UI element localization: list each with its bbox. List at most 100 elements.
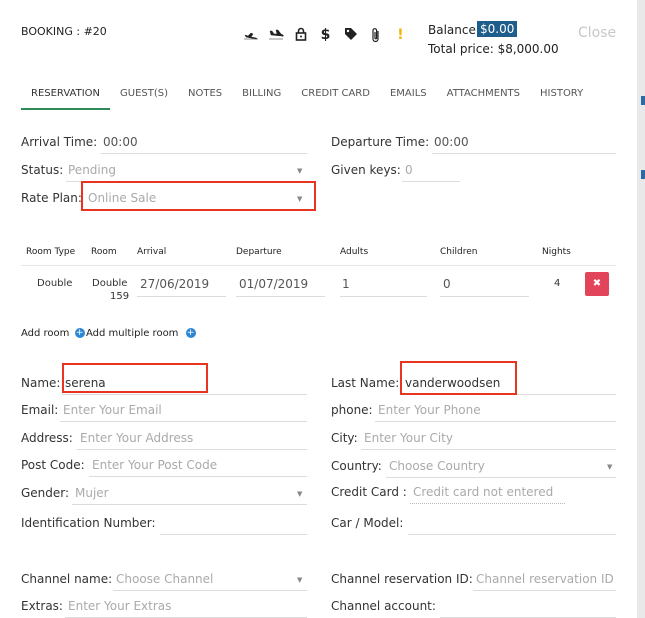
last-name-highlight-box <box>400 361 517 395</box>
booking-title: BOOKING : #20 <box>21 25 107 38</box>
tag-icon[interactable] <box>338 27 363 47</box>
identification-input[interactable] <box>160 534 307 535</box>
cell-departure-input[interactable]: 01/07/2019 <box>239 277 308 291</box>
th-children: Children <box>440 247 478 257</box>
th-adults: Adults <box>340 247 369 257</box>
gender-chevron-down-icon[interactable]: ▼ <box>297 490 302 498</box>
channel-name-underline <box>113 590 307 591</box>
departure-time-underline <box>432 153 616 154</box>
backdrop-mark <box>641 96 645 105</box>
extras-input[interactable]: Enter Your Extras <box>68 599 171 613</box>
plane-departure-icon[interactable] <box>238 27 263 47</box>
channel-reservation-id-label: Channel reservation ID: <box>331 572 473 586</box>
country-select[interactable]: Choose Country <box>389 459 485 473</box>
country-chevron-down-icon[interactable]: ▼ <box>607 463 612 471</box>
dollar-icon[interactable]: $ <box>313 27 338 47</box>
tab-attachments[interactable]: ATTACHMENTS <box>437 82 530 110</box>
modal-backdrop <box>637 0 645 618</box>
channel-reservation-id-input[interactable]: Channel reservation ID <box>476 572 614 586</box>
add-room-label: Add room <box>21 328 70 339</box>
arrival-input-underline <box>137 296 226 297</box>
th-room: Room <box>91 247 117 257</box>
status-chevron-down-icon[interactable]: ▼ <box>297 167 302 175</box>
tab-bar: RESERVATION GUEST(S) NOTES BILLING CREDI… <box>21 82 593 110</box>
rate-plan-label: Rate Plan: <box>21 191 82 205</box>
exclamation-icon[interactable]: ! <box>388 27 413 47</box>
name-label: Name: <box>21 376 61 390</box>
channel-reservation-id-underline <box>473 590 616 591</box>
paperclip-icon[interactable] <box>363 27 388 47</box>
country-underline <box>386 477 616 478</box>
tab-notes[interactable]: NOTES <box>178 82 232 110</box>
channel-name-label: Channel name: <box>21 572 113 586</box>
city-input[interactable]: Enter Your City <box>364 431 453 445</box>
channel-account-label: Channel account: <box>331 599 436 613</box>
backdrop-mark <box>641 170 645 179</box>
extras-label: Extras: <box>21 599 63 613</box>
tab-reservation[interactable]: RESERVATION <box>21 82 111 110</box>
city-label: City: <box>331 431 358 445</box>
cell-arrival-input[interactable]: 27/06/2019 <box>140 277 209 291</box>
balance-value-badge: $0.00 <box>477 21 518 37</box>
balance-label: Balance: <box>428 23 480 37</box>
given-keys-underline <box>402 181 460 182</box>
plane-arrival-icon[interactable] <box>263 27 288 47</box>
channel-name-select[interactable]: Choose Channel <box>116 572 213 586</box>
country-label: Country: <box>331 459 382 473</box>
add-room-link[interactable]: Add room + <box>21 328 85 339</box>
email-input[interactable]: Enter Your Email <box>63 403 162 417</box>
given-keys-label: Given keys: <box>331 163 401 177</box>
header-icons: $ ! <box>238 27 413 47</box>
phone-underline <box>375 421 616 422</box>
tab-guests[interactable]: GUEST(S) <box>110 82 178 110</box>
cell-children-input[interactable]: 0 <box>443 277 451 291</box>
post-code-label: Post Code: <box>21 458 85 472</box>
cell-room-line1: Double <box>92 278 128 289</box>
departure-input-underline <box>236 296 325 297</box>
name-highlight-box <box>62 363 208 393</box>
city-underline <box>361 449 616 450</box>
lock-icon[interactable] <box>288 27 313 47</box>
plus-circle-icon: + <box>74 328 85 338</box>
add-multiple-room-link[interactable]: Add multiple room + <box>86 328 196 339</box>
post-code-underline <box>89 476 307 477</box>
tab-emails[interactable]: EMAILS <box>380 82 437 110</box>
close-button[interactable]: Close <box>578 25 616 41</box>
close-icon: ✖ <box>592 278 602 289</box>
phone-input[interactable]: Enter Your Phone <box>378 403 481 417</box>
add-multiple-room-label: Add multiple room <box>86 328 179 339</box>
car-model-label: Car / Model: <box>331 516 404 530</box>
arrival-time-input[interactable]: 00:00 <box>103 135 138 149</box>
children-input-underline <box>440 296 529 297</box>
cell-room-type: Double <box>37 278 73 289</box>
post-code-input[interactable]: Enter Your Post Code <box>92 458 217 472</box>
gender-select[interactable]: Mujer <box>75 486 109 500</box>
identification-label: Identification Number: <box>21 516 156 530</box>
given-keys-input[interactable]: 0 <box>405 163 413 177</box>
departure-time-input[interactable]: 00:00 <box>434 135 469 149</box>
departure-time-label: Departure Time: <box>331 135 430 149</box>
car-model-input[interactable] <box>408 534 616 535</box>
cell-adults-input[interactable]: 1 <box>342 277 350 291</box>
plus-circle-icon: + <box>185 328 196 338</box>
gender-underline <box>72 504 307 505</box>
table-header-divider <box>21 265 616 266</box>
phone-label: phone: <box>331 403 373 417</box>
status-select[interactable]: Pending <box>68 163 116 177</box>
tab-history[interactable]: HISTORY <box>530 82 593 110</box>
status-label: Status: <box>21 163 64 177</box>
credit-card-value[interactable]: Credit card not entered <box>413 485 553 499</box>
cell-nights: 4 <box>554 278 561 289</box>
credit-card-label: Credit Card : <box>331 485 407 499</box>
tab-billing[interactable]: BILLING <box>232 82 291 110</box>
email-label: Email: <box>21 403 59 417</box>
channel-chevron-down-icon[interactable]: ▼ <box>297 576 302 584</box>
booking-modal: BOOKING : #20 $ ! Balance: $0.00 Total p… <box>0 0 637 618</box>
arrival-time-label: Arrival Time: <box>21 135 98 149</box>
adults-input-underline <box>340 296 427 297</box>
th-room-type: Room Type <box>26 247 76 257</box>
tab-credit-card[interactable]: CREDIT CARD <box>291 82 380 110</box>
address-input[interactable]: Enter Your Address <box>80 431 193 445</box>
address-label: Address: <box>21 431 73 445</box>
delete-room-button[interactable]: ✖ <box>585 272 609 296</box>
